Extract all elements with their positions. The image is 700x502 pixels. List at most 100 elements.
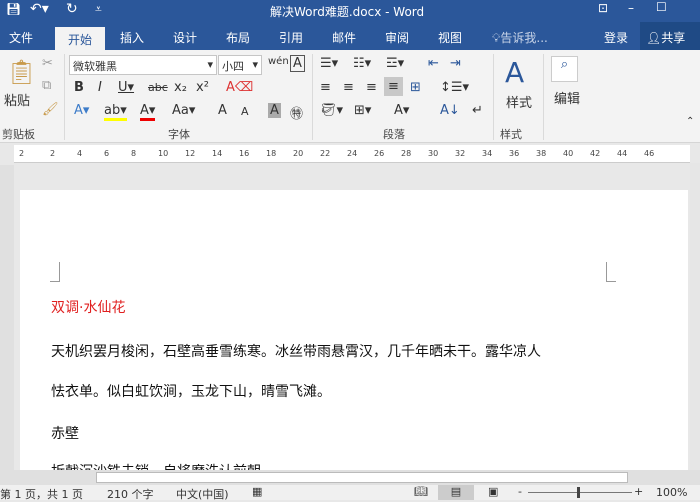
tab-design[interactable]: 设计 (173, 29, 197, 46)
title-bar: 💾︎ ↶▾ ↻ ⩡ 解决Word难题.docx - Word ⊡ – ☐ (0, 0, 700, 22)
horizontal-ruler[interactable]: 2 2 4 6 8 10 12 14 16 18 20 22 24 26 28 30 32 34 36 38 40 42 4… (14, 145, 690, 163)
read-mode-icon[interactable]: 📖︎ (414, 485, 428, 498)
font-name-value: 微软雅黑 (73, 60, 117, 73)
document-line[interactable]: 怯衣单。似白虹饮涧，玉龙下山，晴雪飞滩。 (51, 381, 331, 401)
decrease-indent-icon[interactable]: ⇤ (428, 56, 439, 71)
tab-home[interactable]: 开始 (55, 27, 105, 50)
vertical-scrollbar[interactable] (690, 163, 700, 470)
align-left-icon[interactable]: ≡ (320, 80, 331, 95)
macro-icon[interactable]: ▦ (252, 485, 262, 498)
document-line[interactable]: 天机织罢月梭闲，石壁高垂雪练寒。冰丝带雨悬霄汉，几千年晒未干。露华凉人 (51, 341, 541, 361)
document-line[interactable]: 双调·水仙花 (51, 297, 125, 317)
character-border-icon[interactable]: A (290, 55, 305, 72)
maximize-icon[interactable]: ☐ (656, 0, 667, 14)
ruler-tick: 40 (563, 149, 574, 158)
tab-file[interactable]: 文件 (9, 29, 33, 46)
vertical-ruler[interactable] (0, 165, 14, 470)
superscript-icon[interactable]: x² (196, 80, 209, 95)
document-page[interactable] (20, 190, 688, 470)
share-label: 共享 (661, 31, 686, 45)
print-layout-icon[interactable]: ▤ (438, 485, 474, 500)
styles-button[interactable]: 样式 (506, 92, 532, 111)
distributed-icon[interactable]: ⊞ (410, 80, 421, 95)
document-line[interactable]: 赤壁 (51, 423, 79, 443)
ribbon-tabs: 文件 插入 设计 布局 引用 邮件 审阅 视图 💡︎告诉我... 登录 👤︎共享 (0, 22, 700, 50)
font-size-select[interactable]: 小四 ▾ (218, 55, 262, 75)
shading-icon[interactable]: 🪣︎▾ (320, 103, 343, 118)
text-effects-icon[interactable]: A▾ (74, 103, 89, 118)
cut-icon[interactable]: ✂ (42, 56, 53, 71)
find-icon[interactable]: ⌕ (551, 56, 578, 82)
strikethrough-icon[interactable]: abc (148, 81, 168, 94)
phonetic-guide-icon[interactable]: wén (268, 56, 289, 67)
numbering-icon[interactable]: ☷▾ (353, 56, 371, 71)
minimize-icon[interactable]: – (628, 1, 634, 15)
bold-icon[interactable]: B (74, 80, 84, 95)
borders-icon[interactable]: ⊞▾ (354, 103, 371, 118)
group-clipboard: 剪贴板 (2, 128, 35, 141)
ruler-tick: 10 (158, 149, 169, 158)
share-button[interactable]: 👤︎共享 (640, 22, 700, 50)
login-button[interactable]: 登录 (604, 29, 628, 46)
tell-me[interactable]: 💡︎告诉我... (492, 29, 548, 46)
sort-icon[interactable]: A↓ (440, 103, 460, 118)
editing-button[interactable]: 编辑 (554, 88, 580, 107)
ruler-tick: 2 (50, 149, 56, 158)
ruler-tick: 30 (428, 149, 439, 158)
zoom-level[interactable]: 100% (656, 486, 687, 499)
ruler-tick: 14 (212, 149, 223, 158)
bullets-icon[interactable]: ☰▾ (320, 56, 338, 71)
tab-view[interactable]: 视图 (438, 29, 462, 46)
ruler-tick: 38 (536, 149, 547, 158)
multilevel-list-icon[interactable]: ☲▾ (386, 56, 404, 71)
change-case-icon[interactable]: Aa▾ (172, 103, 195, 118)
tab-review[interactable]: 审阅 (385, 29, 409, 46)
underline-icon[interactable]: U▾ (118, 80, 134, 95)
grow-font-icon[interactable]: A (218, 103, 227, 118)
align-right-icon[interactable]: ≡ (366, 80, 377, 95)
margin-mark-left (50, 262, 60, 282)
justify-icon[interactable]: ≡ (384, 77, 403, 96)
collapse-ribbon-icon[interactable]: ⌃ (686, 116, 694, 127)
copy-icon[interactable]: ⧉ (42, 78, 51, 93)
italic-icon[interactable]: I (98, 80, 102, 95)
ruler-tick: 4 (77, 149, 83, 158)
tab-mailings[interactable]: 邮件 (332, 29, 356, 46)
zoom-in-icon[interactable]: + (634, 485, 643, 498)
increase-indent-icon[interactable]: ⇥ (450, 56, 461, 71)
paste-icon[interactable]: 📋︎ (6, 58, 36, 86)
ruler-tick: 26 (374, 149, 385, 158)
tab-layout[interactable]: 布局 (226, 29, 250, 46)
highlight-icon[interactable]: ab▾ (104, 103, 127, 121)
ribbon-display-icon[interactable]: ⊡ (598, 1, 608, 15)
ruler-tick: 36 (509, 149, 520, 158)
subscript-icon[interactable]: x₂ (174, 80, 187, 95)
group-font: 字体 (168, 128, 190, 141)
redo-icon[interactable]: ↻ (66, 1, 78, 17)
enclose-characters-icon[interactable]: ㊕ (290, 103, 303, 122)
tab-references[interactable]: 引用 (279, 29, 303, 46)
shrink-font-icon[interactable]: A (241, 105, 249, 118)
tab-insert[interactable]: 插入 (120, 29, 144, 46)
align-center-icon[interactable]: ≡ (343, 80, 354, 95)
character-shading-icon[interactable]: A (268, 103, 281, 118)
clear-formatting-icon[interactable]: A⌫ (226, 80, 253, 95)
zoom-out-icon[interactable]: - (518, 485, 522, 498)
save-icon[interactable]: 💾︎ (6, 2, 21, 16)
font-name-select[interactable]: 微软雅黑 ▾ (69, 55, 217, 75)
web-layout-icon[interactable]: ▣ (488, 485, 498, 498)
undo-icon[interactable]: ↶▾ (30, 1, 49, 17)
paste-button[interactable]: 粘贴 (4, 90, 30, 109)
styles-icon[interactable]: A (505, 56, 524, 89)
font-color-icon[interactable]: A▾ (140, 103, 156, 121)
scroll-thumb[interactable] (96, 472, 628, 483)
ruler-tick: 46 (644, 149, 655, 158)
line-spacing-icon[interactable]: ↕☰▾ (440, 80, 469, 95)
asian-layout-icon[interactable]: A▾ (394, 103, 409, 118)
customize-icon[interactable]: ⩡ (95, 2, 102, 17)
format-painter-icon[interactable]: 🖌︎ (42, 102, 59, 117)
zoom-slider[interactable] (528, 492, 632, 493)
zoom-slider-thumb[interactable] (577, 487, 580, 498)
horizontal-scrollbar[interactable] (0, 470, 700, 485)
show-marks-icon[interactable]: ↵ (472, 103, 483, 118)
